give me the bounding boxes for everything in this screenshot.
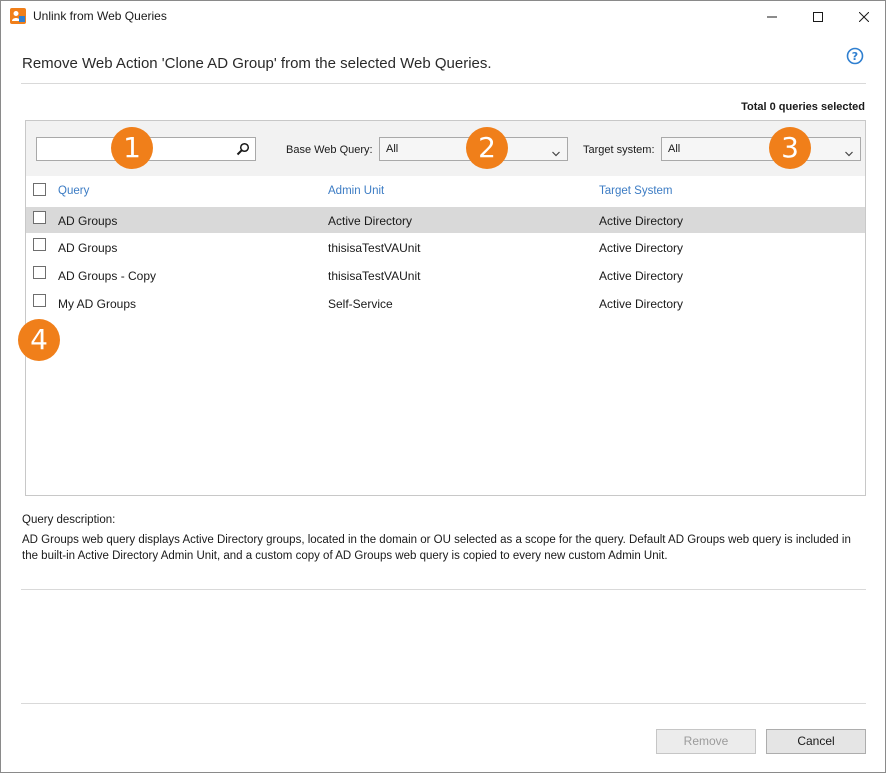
table-row[interactable]: AD Groups thisisaTestVAUnit Active Direc… (26, 234, 865, 260)
row-checkbox[interactable] (33, 238, 46, 251)
close-icon[interactable] (841, 1, 886, 32)
target-system-select[interactable]: All (661, 137, 861, 161)
divider (21, 703, 866, 704)
column-header-query[interactable]: Query (58, 185, 89, 197)
query-name: AD Groups - Copy (58, 269, 157, 283)
target-system: Active Directory (599, 297, 684, 311)
callout-badge-2: 2 (466, 127, 508, 169)
column-header-admin-unit[interactable]: Admin Unit (328, 185, 384, 197)
maximize-icon[interactable] (795, 1, 841, 32)
query-name: AD Groups (58, 241, 118, 255)
admin-unit: Self-Service (328, 297, 393, 311)
target-system-label: Target system: (583, 144, 655, 156)
remove-button[interactable]: Remove (656, 729, 756, 754)
svg-text:?: ? (852, 50, 858, 63)
query-name: AD Groups (58, 214, 118, 228)
admin-unit: thisisaTestVAUnit (328, 241, 421, 255)
query-name: My AD Groups (58, 297, 137, 311)
queries-panel: Base Web Query: All Target system: All Q… (25, 120, 866, 496)
search-icon[interactable] (236, 142, 250, 156)
table-row[interactable]: AD Groups Active Directory Active Direct… (26, 207, 865, 233)
target-system: Active Directory (599, 214, 684, 228)
cancel-button[interactable]: Cancel (766, 729, 866, 754)
description-text: AD Groups web query displays Active Dire… (22, 534, 851, 562)
target-system: Active Directory (599, 241, 684, 255)
select-all-checkbox[interactable] (33, 183, 46, 196)
callout-badge-4: 4 (18, 319, 60, 361)
column-header-target-system[interactable]: Target System (599, 185, 673, 197)
chevron-down-icon (552, 146, 560, 157)
divider (21, 589, 866, 590)
callout-badge-1: 1 (111, 127, 153, 169)
table-row[interactable]: My AD Groups Self-Service Active Directo… (26, 290, 865, 316)
base-web-query-label: Base Web Query: (286, 144, 373, 156)
row-checkbox[interactable] (33, 266, 46, 279)
admin-unit: Active Directory (328, 214, 413, 228)
minimize-icon[interactable] (749, 1, 795, 32)
help-icon[interactable]: ? (846, 47, 864, 65)
window-title: Unlink from Web Queries (33, 9, 167, 23)
target-system: Active Directory (599, 269, 684, 283)
title-bar[interactable]: Unlink from Web Queries (1, 1, 885, 32)
row-checkbox[interactable] (33, 294, 46, 307)
table-row[interactable]: AD Groups - Copy thisisaTestVAUnit Activ… (26, 262, 865, 288)
chevron-down-icon (845, 146, 853, 157)
row-checkbox[interactable] (33, 211, 46, 224)
target-system-value: All (668, 143, 681, 155)
admin-unit: thisisaTestVAUnit (328, 269, 421, 283)
callout-badge-3: 3 (769, 127, 811, 169)
selection-count: Total 0 queries selected (741, 101, 865, 113)
divider (21, 83, 866, 84)
description-label: Query description: (22, 514, 116, 526)
dialog-window: Unlink from Web Queries ? Remove Web Act… (0, 0, 886, 773)
page-title: Remove Web Action 'Clone AD Group' from … (22, 55, 492, 72)
app-icon (10, 8, 26, 24)
base-web-query-value: All (386, 143, 399, 155)
